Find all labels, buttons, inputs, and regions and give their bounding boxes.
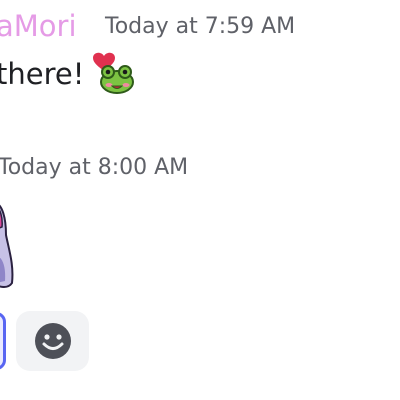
add-reaction-button[interactable] [16,311,89,371]
character-sticker-icon[interactable] [0,195,18,290]
reaction-chip[interactable] [0,312,6,370]
message-text: there! [0,57,85,91]
frog-love-emoji-icon [93,52,134,94]
message-timestamp[interactable]: Today at 8:00 AM [0,155,188,180]
smiley-face-icon [34,323,71,359]
message-author-username[interactable]: aMori [0,9,77,43]
message-timestamp[interactable]: Today at 7:59 AM [105,14,295,39]
